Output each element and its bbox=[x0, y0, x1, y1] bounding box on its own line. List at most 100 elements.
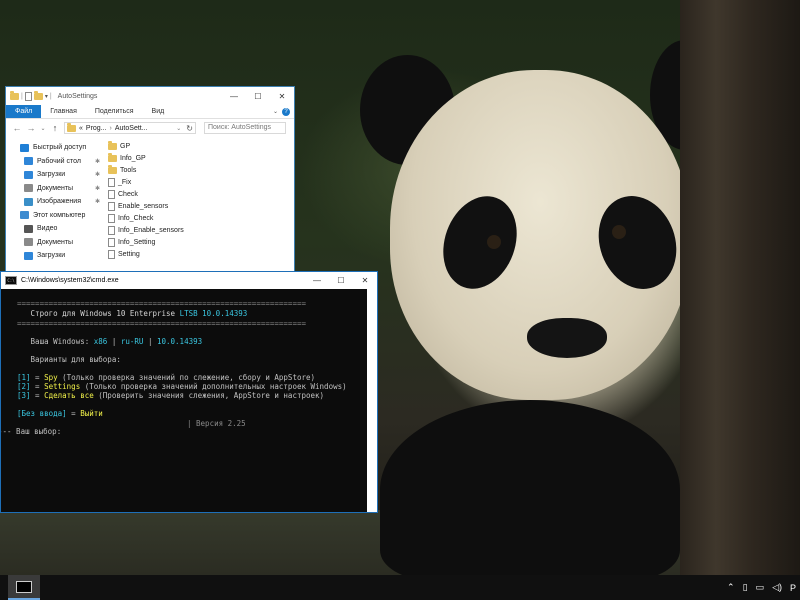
file-item[interactable]: Info_Enable_sensors bbox=[108, 224, 184, 236]
file-item[interactable]: Info_Setting bbox=[108, 236, 184, 248]
input-prompt[interactable]: --- Ваш выбор: bbox=[1, 427, 61, 436]
pin-icon: ✱ bbox=[94, 185, 100, 192]
explorer-window[interactable]: | ▾ | AutoSettings — ☐ ✕ Файл Главная По… bbox=[5, 86, 295, 276]
nav-item[interactable]: Рабочий стол ✱ bbox=[6, 155, 106, 169]
taskbar: ⌃ ▯ ▭ ◁) P bbox=[0, 575, 800, 600]
file-item[interactable]: Setting bbox=[108, 248, 184, 260]
nav-item[interactable]: Изображения ✱ bbox=[6, 195, 106, 209]
address-overflow[interactable]: « bbox=[79, 125, 83, 132]
folder-icon bbox=[10, 90, 19, 100]
close-icon[interactable]: ✕ bbox=[270, 92, 294, 101]
file-item[interactable]: Check bbox=[108, 188, 184, 200]
tab-view[interactable]: Вид bbox=[143, 105, 174, 118]
breadcrumb-program-files[interactable]: Prog... bbox=[86, 125, 107, 132]
folder-icon bbox=[108, 140, 117, 150]
wallpaper-tree-trunk bbox=[680, 0, 800, 575]
up-arrow-icon[interactable]: ↑ bbox=[50, 123, 60, 133]
nav-item-label: Загрузки bbox=[37, 171, 66, 179]
nav-item[interactable]: Быстрый доступ bbox=[6, 141, 106, 155]
window-controls: — ☐ ✕ bbox=[222, 92, 294, 101]
file-item[interactable]: GP bbox=[108, 140, 184, 152]
option-eq: = bbox=[30, 391, 45, 400]
file-name: Check bbox=[118, 190, 138, 198]
tab-share[interactable]: Поделиться bbox=[86, 105, 143, 118]
nav-item-label: Быстрый доступ bbox=[33, 144, 87, 152]
explorer-titlebar[interactable]: | ▾ | AutoSettings — ☐ ✕ bbox=[6, 87, 294, 105]
file-name: Tools bbox=[120, 166, 137, 174]
wallpaper-panda-body bbox=[380, 400, 680, 580]
tab-home[interactable]: Главная bbox=[41, 105, 86, 118]
minimize-icon[interactable]: — bbox=[222, 92, 246, 101]
file-item[interactable]: Enable_sensors bbox=[108, 200, 184, 212]
separator-line: ========================================… bbox=[17, 299, 306, 308]
pipe-separator: | bbox=[143, 337, 157, 346]
nav-item[interactable]: Видео bbox=[6, 222, 106, 236]
nav-item-label: Документы bbox=[37, 238, 74, 246]
console-output[interactable]: ========================================… bbox=[1, 289, 377, 451]
system-tray: ⌃ ▯ ▭ ◁) P bbox=[727, 582, 800, 593]
pin-icon: ✱ bbox=[94, 199, 100, 206]
nav-item-label: Изображения bbox=[37, 198, 81, 206]
new-folder-icon[interactable] bbox=[33, 90, 43, 100]
pin-icon: ✱ bbox=[94, 172, 100, 179]
chevron-right-icon: › bbox=[109, 124, 112, 132]
file-item[interactable]: Tools bbox=[108, 164, 184, 176]
quick-access-toolbar: | ▾ | bbox=[6, 90, 52, 101]
nav-item-label: Документы bbox=[37, 184, 74, 192]
window-title: AutoSettings bbox=[57, 92, 98, 100]
address-history-icon[interactable]: ⌄ bbox=[176, 125, 181, 132]
documents-icon bbox=[24, 184, 33, 193]
network-icon[interactable]: ▭ bbox=[756, 582, 765, 593]
separator-icon: | bbox=[49, 92, 52, 100]
cmd-titlebar[interactable]: C:\ C:\Windows\system32\cmd.exe — ☐ ✕ bbox=[1, 272, 377, 289]
taskbar-cmd-button[interactable] bbox=[8, 575, 40, 600]
console-icon: C:\ bbox=[5, 276, 17, 285]
minimize-icon[interactable]: — bbox=[305, 276, 329, 285]
customize-toolbar-icon[interactable]: ▾ bbox=[45, 93, 48, 100]
start-button[interactable] bbox=[0, 575, 8, 600]
option-2: [2] = Settings (Только проверка значений… bbox=[17, 382, 347, 391]
search-input[interactable]: Поиск: AutoSettings bbox=[204, 122, 286, 134]
tab-file[interactable]: Файл bbox=[6, 105, 42, 118]
nav-item[interactable]: Документы bbox=[6, 236, 106, 250]
refresh-icon[interactable]: ↻ bbox=[186, 124, 193, 133]
nav-item[interactable]: Загрузки bbox=[6, 249, 106, 263]
cmd-scrollbar[interactable] bbox=[367, 289, 377, 512]
help-icon[interactable]: ? bbox=[282, 107, 290, 116]
wallpaper-panda-nose bbox=[527, 318, 607, 358]
close-icon[interactable]: ✕ bbox=[353, 276, 377, 285]
option-desc: (Только проверка значений дополнительных… bbox=[80, 382, 347, 391]
star-icon bbox=[20, 143, 29, 152]
desktop-icon bbox=[24, 157, 33, 166]
volume-icon[interactable]: ◁) bbox=[772, 582, 782, 593]
show-hidden-icons-icon[interactable]: ⌃ bbox=[727, 582, 735, 593]
option-name: Settings bbox=[44, 382, 81, 391]
input-language-indicator[interactable]: P bbox=[790, 583, 796, 593]
nav-item[interactable]: Документы ✱ bbox=[6, 182, 106, 196]
file-item[interactable]: Info_GP bbox=[108, 152, 184, 164]
breadcrumb-autosettings[interactable]: AutoSett... bbox=[115, 125, 148, 132]
option-desc: (Только проверка значений по слежение, с… bbox=[57, 373, 316, 382]
file-name: Enable_sensors bbox=[118, 202, 169, 210]
script-file-icon bbox=[108, 213, 115, 223]
expand-ribbon-icon[interactable]: ⌄ bbox=[273, 108, 278, 115]
header-edition: LTSB 10.0.14393 bbox=[179, 309, 248, 318]
properties-icon[interactable] bbox=[24, 91, 32, 101]
cmd-window[interactable]: C:\ C:\Windows\system32\cmd.exe — ☐ ✕ ==… bbox=[0, 271, 378, 513]
script-file-icon bbox=[108, 189, 115, 199]
file-item[interactable]: _Fix bbox=[108, 176, 184, 188]
address-bar[interactable]: « Prog... › AutoSett... ⌄ ↻ bbox=[64, 122, 196, 134]
file-name: Info_Enable_sensors bbox=[118, 226, 184, 234]
option-name: Spy bbox=[44, 373, 58, 382]
back-arrow-icon[interactable]: ← bbox=[12, 123, 22, 133]
nav-item[interactable]: Загрузки ✱ bbox=[6, 168, 106, 182]
option-3: [3] = Сделать все (Проверить значения сл… bbox=[17, 391, 324, 400]
forward-arrow-icon[interactable]: → bbox=[26, 123, 36, 133]
recent-locations-icon[interactable]: ⌄ bbox=[40, 125, 46, 132]
power-icon[interactable]: ▯ bbox=[743, 582, 748, 593]
download-icon bbox=[24, 251, 33, 260]
maximize-icon[interactable]: ☐ bbox=[246, 92, 270, 101]
maximize-icon[interactable]: ☐ bbox=[329, 276, 353, 285]
nav-item[interactable]: Этот компьютер bbox=[6, 209, 106, 223]
file-item[interactable]: Info_Check bbox=[108, 212, 184, 224]
